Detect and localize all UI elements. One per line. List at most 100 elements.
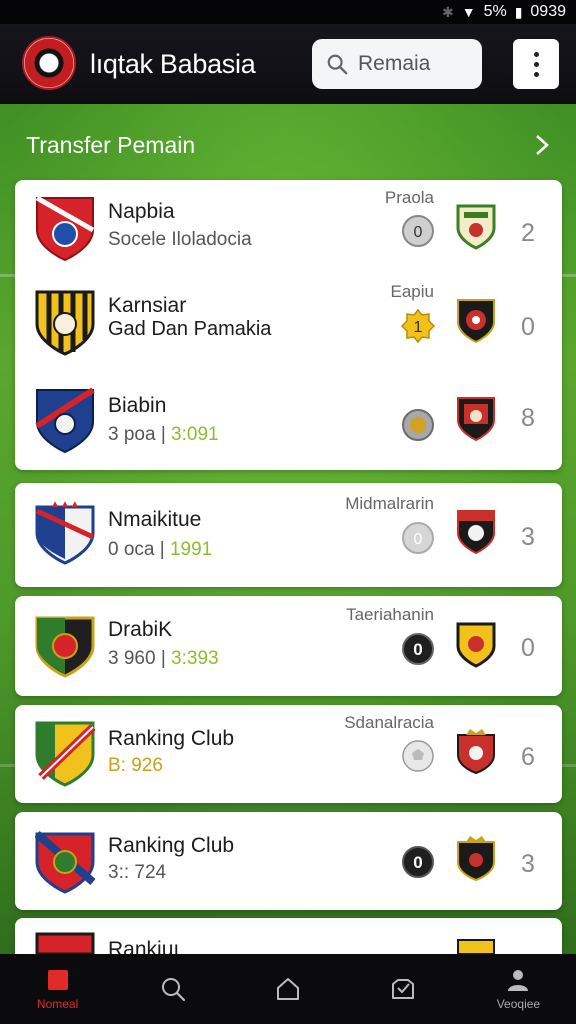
score: 8 bbox=[521, 404, 535, 432]
team-subtitle: B: 926 bbox=[108, 755, 163, 776]
medal-icon bbox=[402, 409, 434, 441]
list-item[interactable]: Napbia Socele Iloladocia Praola 0 2 bbox=[15, 180, 562, 276]
nav-item-search[interactable] bbox=[115, 954, 230, 1024]
team-subtitle: Gad Dan Pamakia bbox=[108, 318, 272, 340]
team-subtitle: 3 poa | 3:091 bbox=[108, 424, 219, 446]
transfer-card[interactable]: Ranking Club 3:: 724 0 3 bbox=[15, 812, 562, 910]
medal-value: 1 bbox=[414, 319, 423, 336]
more-menu-button[interactable] bbox=[513, 39, 559, 89]
club-crest-icon bbox=[35, 721, 95, 787]
club-crest-icon bbox=[35, 387, 95, 454]
bluetooth-icon: ✱ bbox=[441, 3, 454, 20]
team-subtitle: Socele Iloladocia bbox=[108, 229, 252, 250]
soccer-ball-icon bbox=[402, 740, 434, 772]
medal-value: 0 bbox=[414, 224, 423, 241]
chevron-right-icon[interactable] bbox=[533, 134, 551, 156]
bottom-nav: Nomeal Veoqiee bbox=[0, 954, 576, 1024]
team-name: Napbia bbox=[108, 200, 175, 223]
club-crest-icon bbox=[35, 290, 95, 356]
battery-text: 5% bbox=[483, 3, 507, 20]
opponent-crest-icon bbox=[457, 397, 495, 442]
score: 2 bbox=[521, 219, 535, 247]
medal-icon: 0 bbox=[402, 846, 434, 878]
medal-value: 0 bbox=[413, 853, 422, 872]
app-title: lıqtak Babasia bbox=[90, 49, 256, 79]
score: 3 bbox=[521, 523, 535, 551]
search-icon bbox=[161, 978, 185, 1002]
opponent-crest-icon bbox=[457, 299, 495, 344]
section-header[interactable]: Transfer Pemain bbox=[26, 130, 551, 160]
nav-label: Nomeal bbox=[36, 997, 79, 1011]
team-subtitle: 0 oca | 1991 bbox=[108, 539, 212, 561]
status-time: 0939 bbox=[530, 3, 566, 20]
opponent-crest-icon bbox=[457, 729, 495, 775]
medal-icon: 0 bbox=[402, 522, 434, 554]
status-bar: ✱ ▼ 5% ▮ 0939 bbox=[0, 0, 576, 24]
opponent-crest-icon bbox=[457, 939, 495, 954]
transfer-card[interactable]: Ranking Club B: 926 Sdanalracia 6 bbox=[15, 705, 562, 803]
battery-icon: ▮ bbox=[514, 3, 523, 20]
team-name: Biabin bbox=[108, 394, 167, 417]
profile-icon bbox=[508, 970, 529, 991]
nav-item-house[interactable] bbox=[230, 954, 345, 1024]
section-title: Transfer Pemain bbox=[26, 131, 196, 158]
transfer-label: Eapiu bbox=[390, 282, 434, 301]
svg-text:▲▲▲: ▲▲▲ bbox=[50, 499, 80, 510]
nav-item-home[interactable]: Nomeal bbox=[0, 954, 115, 1024]
search-icon bbox=[327, 54, 348, 75]
team-name: DrabiK bbox=[108, 618, 173, 641]
team-subtitle-prefix: 0 oca | bbox=[108, 539, 170, 560]
medal-icon: 0 bbox=[402, 215, 434, 247]
house-icon bbox=[277, 978, 299, 1000]
transfer-label: Midmalrarin bbox=[345, 494, 434, 513]
medal-icon: 0 bbox=[402, 633, 434, 665]
transfer-card[interactable]: DrabiK 3 960 | 3:393 Taeriahanin 0 0 bbox=[15, 596, 562, 696]
team-name: Nmaikitue bbox=[108, 508, 202, 531]
search-input[interactable] bbox=[358, 52, 468, 76]
club-crest-icon bbox=[35, 932, 95, 954]
list-item[interactable]: Biabin 3 poa | 3:091 8 bbox=[15, 374, 562, 470]
club-crest-icon: ▲▲▲ bbox=[35, 499, 95, 565]
opponent-crest-icon bbox=[456, 204, 496, 250]
app-logo bbox=[22, 36, 76, 90]
team-subtitle-highlight: 1991 bbox=[169, 539, 213, 560]
dot-icon bbox=[533, 61, 539, 67]
team-subtitle-highlight: 3:091 bbox=[171, 424, 219, 445]
transfer-label: Praola bbox=[384, 188, 434, 207]
team-subtitle-prefix: 3 960 | bbox=[108, 648, 172, 669]
transfer-card-group: Napbia Socele Iloladocia Praola 0 2 Karn… bbox=[15, 180, 562, 470]
opponent-crest-icon bbox=[457, 836, 495, 882]
nav-item-profile[interactable]: Veoqiee bbox=[461, 954, 576, 1024]
opponent-crest-icon bbox=[456, 622, 496, 668]
team-name: Karnsiar bbox=[108, 294, 187, 317]
score: 0 bbox=[521, 313, 535, 341]
club-crest-icon bbox=[35, 830, 95, 894]
search-box[interactable] bbox=[312, 39, 482, 89]
transfer-card[interactable]: ▲▲▲ Nmaikitue 0 oca | 1991 Midmalrarin 0… bbox=[15, 483, 562, 587]
team-name: Ranking Club bbox=[108, 834, 235, 857]
score: 6 bbox=[521, 743, 535, 771]
medal-value: 0 bbox=[414, 531, 423, 548]
medal-value: 0 bbox=[413, 640, 422, 659]
team-subtitle: 3:: 724 bbox=[108, 862, 167, 883]
team-subtitle-highlight: 3:393 bbox=[171, 648, 219, 669]
inbox-icon bbox=[392, 979, 415, 999]
list-item[interactable]: Karnsiar Gad Dan Pamakia Eapiu 1 0 bbox=[15, 276, 562, 372]
dot-icon bbox=[533, 71, 539, 77]
nav-item-inbox[interactable] bbox=[346, 954, 461, 1024]
medal-icon: 1 bbox=[401, 309, 435, 343]
team-subtitle: 3 960 | 3:393 bbox=[108, 648, 219, 670]
team-name: Ranking Club bbox=[108, 727, 235, 750]
home-square-icon bbox=[47, 970, 68, 990]
team-subtitle-prefix: 3 poa | bbox=[108, 424, 172, 445]
club-crest-icon bbox=[35, 195, 95, 262]
wifi-icon: ▼ bbox=[461, 4, 476, 20]
opponent-crest-icon bbox=[457, 510, 495, 555]
nav-label: Veoqiee bbox=[496, 997, 541, 1011]
app-bar: lıqtak Babasia bbox=[0, 24, 576, 104]
transfer-label: Taeriahanin bbox=[346, 605, 434, 624]
score: 0 bbox=[521, 634, 535, 662]
transfer-label: Sdanalracia bbox=[344, 713, 434, 732]
score: 3 bbox=[521, 850, 535, 878]
dot-icon bbox=[533, 51, 539, 57]
